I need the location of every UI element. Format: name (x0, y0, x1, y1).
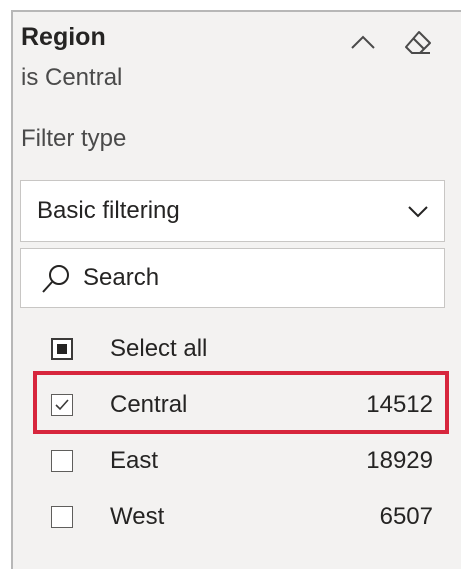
list-item-central[interactable]: Central 14512 (20, 380, 445, 432)
filter-type-dropdown[interactable]: Basic filtering (20, 180, 445, 242)
list-item-west[interactable]: West 6507 (20, 492, 445, 544)
search-box[interactable] (20, 248, 445, 308)
list-item-count: 14512 (366, 391, 433, 418)
eraser-icon[interactable] (403, 28, 433, 58)
east-checkbox[interactable] (51, 450, 73, 472)
filter-summary: is Central (21, 64, 123, 91)
chevron-down-icon (408, 206, 428, 218)
list-item-label: Central (110, 391, 188, 418)
search-input[interactable] (83, 257, 423, 299)
list-item-count: 18929 (366, 447, 433, 474)
select-all-checkbox[interactable] (51, 338, 73, 360)
central-checkbox[interactable] (51, 394, 73, 416)
search-icon (42, 265, 69, 293)
filter-pane: Region is Central Filter type Basic filt… (0, 0, 461, 569)
list-item-label: East (110, 447, 159, 474)
filter-type-label: Filter type (21, 125, 127, 152)
chevron-up-icon[interactable] (348, 28, 378, 58)
list-item-label: West (110, 503, 165, 530)
select-all-row[interactable]: Select all (20, 324, 445, 376)
list-item-east[interactable]: East 18929 (20, 436, 445, 488)
filter-title: Region (21, 23, 106, 51)
list-item-count: 6507 (379, 503, 433, 530)
indeterminate-mark (57, 344, 67, 354)
select-all-label: Select all (110, 335, 208, 362)
filter-type-value: Basic filtering (37, 197, 180, 224)
west-checkbox[interactable] (51, 506, 73, 528)
checkmark-icon (55, 399, 69, 411)
